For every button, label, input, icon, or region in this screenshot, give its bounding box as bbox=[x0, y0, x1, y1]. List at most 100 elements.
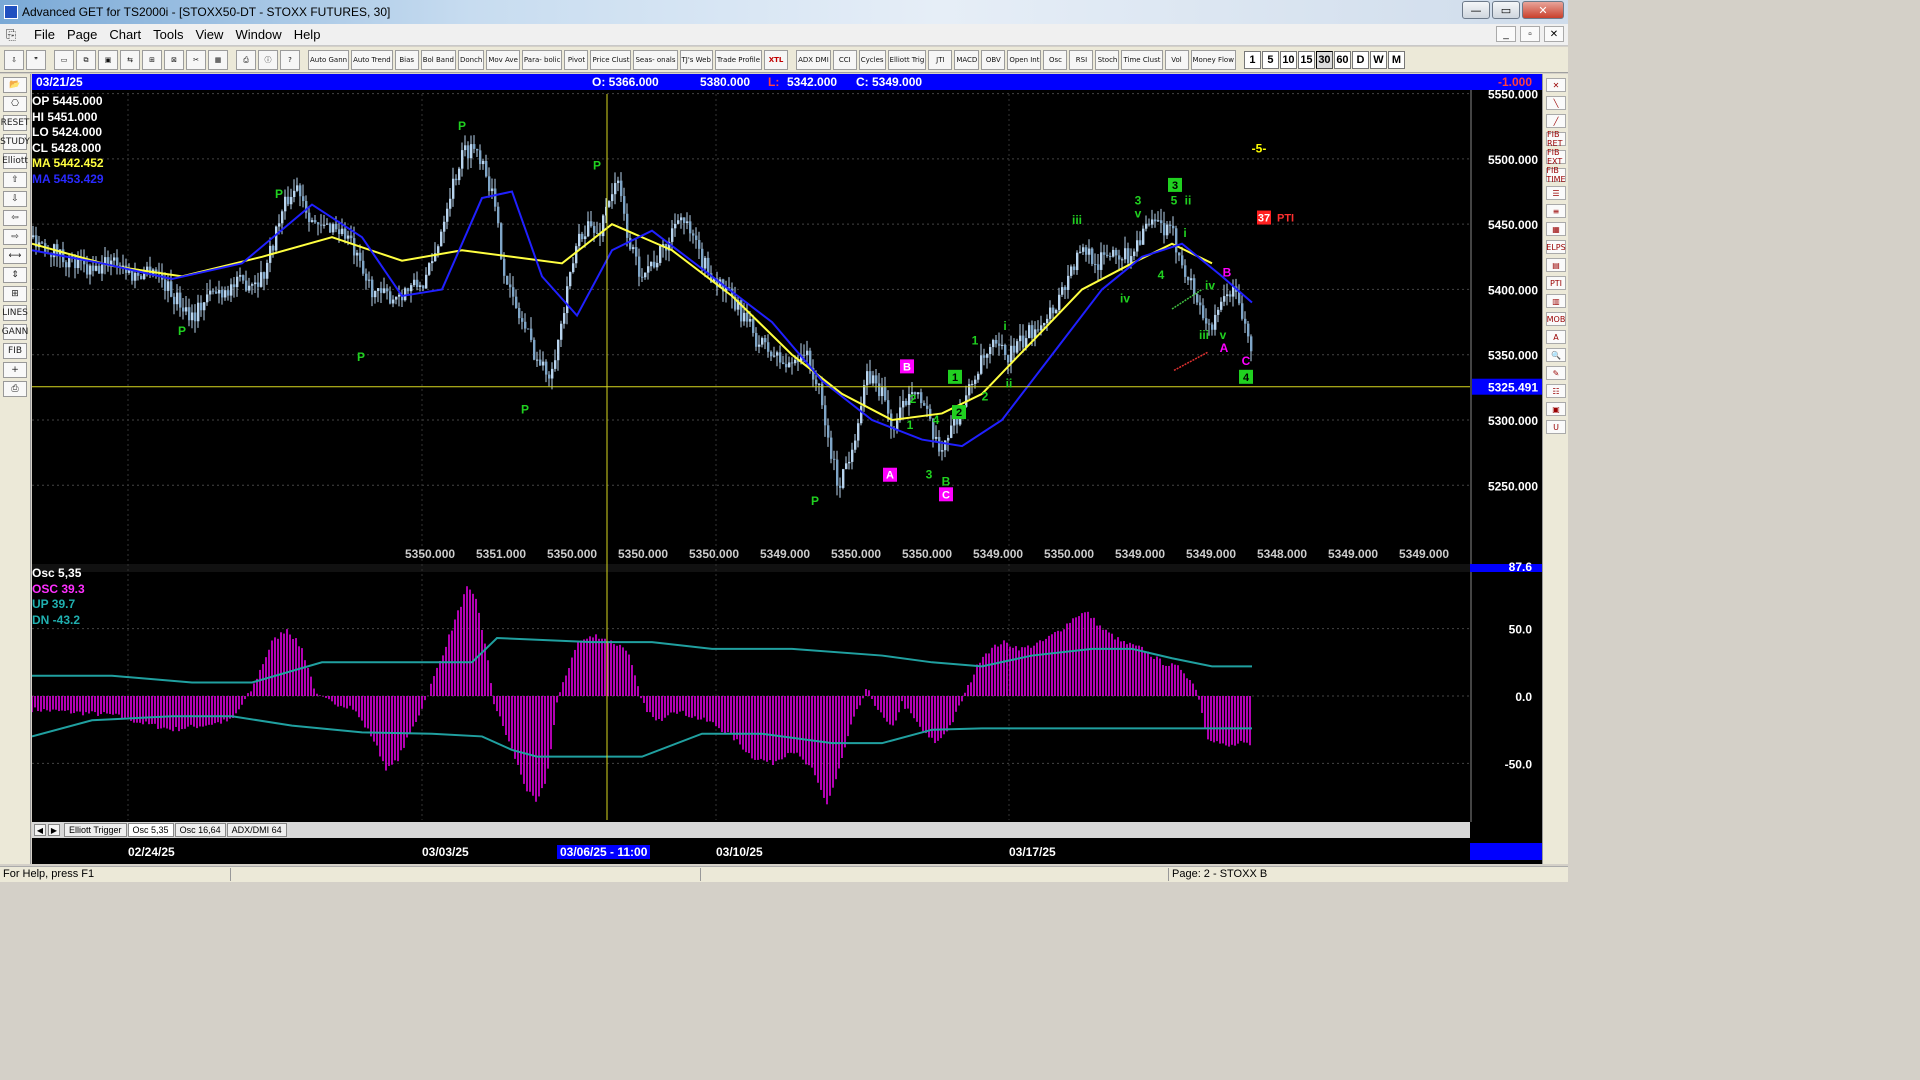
study-button-para-bolic[interactable]: Para- bolic bbox=[521, 49, 563, 70]
menu-view[interactable]: View bbox=[189, 27, 229, 42]
left-tool-11-icon[interactable]: ⊞ bbox=[3, 286, 27, 302]
right-tool-4-icon[interactable]: FIB EXT bbox=[1546, 148, 1566, 166]
info-icon[interactable]: ⓘ bbox=[258, 49, 278, 70]
menu-help[interactable]: Help bbox=[288, 27, 327, 42]
study-button-cycles[interactable]: Cycles bbox=[858, 49, 886, 70]
mdi-close-button[interactable]: ✕ bbox=[1544, 26, 1564, 42]
right-tool-7-icon[interactable]: ≡ bbox=[1546, 204, 1566, 218]
left-tool-12-icon[interactable]: LINES bbox=[2, 305, 28, 321]
study-button-bias[interactable]: Bias bbox=[394, 49, 419, 70]
new-page-icon[interactable]: ▭ bbox=[54, 49, 74, 70]
title-bar[interactable]: Advanced GET for TS2000i - [STOXX50-DT -… bbox=[0, 0, 1568, 24]
tab-osc-5-35[interactable]: Osc 5,35 bbox=[127, 823, 174, 837]
left-tool-8-icon[interactable]: ⇨ bbox=[3, 229, 27, 245]
study-button-price-clust[interactable]: Price Clust bbox=[590, 49, 632, 70]
timeframe-button-5[interactable]: 5 bbox=[1261, 50, 1279, 69]
study-button-open-int[interactable]: Open Int bbox=[1007, 49, 1042, 70]
tab-prev-icon[interactable]: ◀ bbox=[34, 824, 46, 836]
timeframe-button-m[interactable]: M bbox=[1387, 50, 1405, 69]
print-icon[interactable]: ⎙ bbox=[236, 49, 256, 70]
left-tool-4-icon[interactable]: Elliott bbox=[2, 153, 28, 169]
chart-window[interactable]: 5550.000 5500.000 5450.000 5400.000 5350.000… bbox=[32, 74, 1542, 864]
left-tool-16-icon[interactable]: ⎙ bbox=[3, 381, 27, 397]
quote-tool-icon[interactable]: ❞ bbox=[26, 49, 46, 70]
right-tool-13-icon[interactable]: MOB bbox=[1546, 312, 1566, 326]
minimize-button[interactable]: — bbox=[1462, 1, 1490, 19]
timeframe-button-w[interactable]: W bbox=[1369, 50, 1387, 69]
right-tool-18-icon[interactable]: ▣ bbox=[1546, 402, 1566, 416]
study-button-auto-trend[interactable]: Auto Trend bbox=[351, 49, 393, 70]
mdi-restore-button[interactable]: ▫ bbox=[1520, 26, 1540, 42]
right-tool-0-icon[interactable]: ✕ bbox=[1546, 78, 1566, 92]
right-tool-5-icon[interactable]: FIB TIME bbox=[1546, 166, 1566, 184]
tab-elliott-trigger[interactable]: Elliott Trigger bbox=[64, 823, 127, 837]
copy-page-icon[interactable]: ⧉ bbox=[76, 49, 96, 70]
maximize-button[interactable]: ▭ bbox=[1492, 1, 1520, 19]
left-tool-6-icon[interactable]: ⇩ bbox=[3, 191, 27, 207]
study-button-adx-dmi[interactable]: ADX DMI bbox=[796, 49, 831, 70]
study-button-rsi[interactable]: RSI bbox=[1069, 49, 1094, 70]
study-button-bol-band[interactable]: Bol Band bbox=[420, 49, 456, 70]
study-button-time-clust[interactable]: Time Clust bbox=[1121, 49, 1163, 70]
swap-chart-icon[interactable]: ⇆ bbox=[120, 49, 140, 70]
tab-adx-dmi-64[interactable]: ADX/DMI 64 bbox=[226, 823, 287, 837]
study-button-jti[interactable]: JTI bbox=[928, 49, 953, 70]
tab-next-icon[interactable]: ▶ bbox=[48, 824, 60, 836]
study-button-cci[interactable]: CCI bbox=[832, 49, 857, 70]
right-tool-11-icon[interactable]: PTI bbox=[1546, 276, 1566, 290]
right-tool-14-icon[interactable]: A bbox=[1546, 330, 1566, 344]
study-button-donch[interactable]: Donch bbox=[457, 49, 485, 70]
menu-page[interactable]: Page bbox=[61, 27, 103, 42]
study-button-auto-gann[interactable]: Auto Gann bbox=[308, 49, 350, 70]
study-button-trade-profile[interactable]: Trade Profile bbox=[714, 49, 763, 70]
study-button-pivot[interactable]: Pivot bbox=[564, 49, 589, 70]
right-tool-16-icon[interactable]: ✎ bbox=[1546, 366, 1566, 380]
timeframe-button-10[interactable]: 10 bbox=[1279, 50, 1297, 69]
study-button-seas-onals[interactable]: Seas- onals bbox=[633, 49, 678, 70]
left-tool-10-icon[interactable]: ⇕ bbox=[3, 267, 27, 283]
left-tool-15-icon[interactable]: + bbox=[3, 362, 27, 378]
cut-icon[interactable]: ✂ bbox=[186, 49, 206, 70]
study-button-osc[interactable]: Osc bbox=[1043, 49, 1068, 70]
cursor-tool-icon[interactable]: ⇩ bbox=[4, 49, 24, 70]
mdi-minimize-button[interactable]: _ bbox=[1496, 26, 1516, 42]
right-tool-15-icon[interactable]: 🔍 bbox=[1546, 348, 1566, 362]
left-tool-0-icon[interactable]: 📂 bbox=[3, 77, 27, 93]
timeframe-button-1[interactable]: 1 bbox=[1243, 50, 1261, 69]
open-chart-icon[interactable]: ▣ bbox=[98, 49, 118, 70]
left-tool-13-icon[interactable]: GANN bbox=[2, 324, 28, 340]
menu-chart[interactable]: Chart bbox=[103, 27, 147, 42]
study-button-obv[interactable]: OBV bbox=[981, 49, 1006, 70]
study-button-elliott-trig[interactable]: Elliott Trig bbox=[887, 49, 927, 70]
left-tool-2-icon[interactable]: RESET bbox=[1, 115, 29, 131]
right-tool-8-icon[interactable]: ▦ bbox=[1546, 222, 1566, 236]
right-tool-9-icon[interactable]: ELPS bbox=[1546, 240, 1566, 254]
timeframe-button-60[interactable]: 60 bbox=[1333, 50, 1351, 69]
menu-file[interactable]: File bbox=[28, 27, 61, 42]
right-tool-19-icon[interactable]: U bbox=[1546, 420, 1566, 434]
left-tool-5-icon[interactable]: ⇧ bbox=[3, 172, 27, 188]
left-tool-3-icon[interactable]: STUDY bbox=[0, 134, 30, 150]
help-cursor-icon[interactable]: ? bbox=[280, 49, 300, 70]
study-button-xtl[interactable]: XTL bbox=[764, 49, 789, 70]
timeframe-button-30[interactable]: 30 bbox=[1315, 50, 1333, 69]
study-button-tj-s-web[interactable]: TJ's Web bbox=[679, 49, 713, 70]
study-button-money-flow[interactable]: Money Flow bbox=[1190, 49, 1236, 70]
right-tool-10-icon[interactable]: ▤ bbox=[1546, 258, 1566, 272]
timeframe-button-d[interactable]: D bbox=[1351, 50, 1369, 69]
study-button-stoch[interactable]: Stoch bbox=[1095, 49, 1120, 70]
left-tool-9-icon[interactable]: ⟷ bbox=[3, 248, 27, 264]
study-button-vol[interactable]: Vol bbox=[1164, 49, 1189, 70]
menu-window[interactable]: Window bbox=[229, 27, 287, 42]
tab-osc-16-64[interactable]: Osc 16,64 bbox=[174, 823, 226, 837]
left-tool-7-icon[interactable]: ⇦ bbox=[3, 210, 27, 226]
link-chart-icon[interactable]: ⊞ bbox=[142, 49, 162, 70]
close-button[interactable]: ✕ bbox=[1522, 1, 1564, 19]
delete-chart-icon[interactable]: ⊠ bbox=[164, 49, 184, 70]
right-tool-6-icon[interactable]: ☰ bbox=[1546, 186, 1566, 200]
menu-tools[interactable]: Tools bbox=[147, 27, 189, 42]
right-tool-17-icon[interactable]: ☷ bbox=[1546, 384, 1566, 398]
left-tool-14-icon[interactable]: FIB bbox=[3, 343, 27, 359]
study-button-macd[interactable]: MACD bbox=[954, 49, 980, 70]
right-tool-12-icon[interactable]: ▥ bbox=[1546, 294, 1566, 308]
